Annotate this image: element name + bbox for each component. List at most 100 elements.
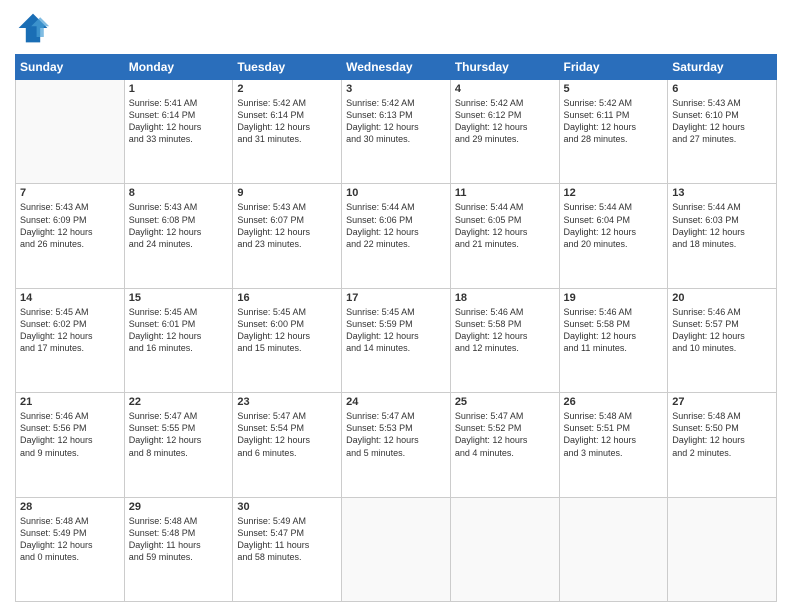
day-info: Sunrise: 5:45 AM Sunset: 5:59 PM Dayligh… [346, 306, 446, 355]
day-info: Sunrise: 5:45 AM Sunset: 6:00 PM Dayligh… [237, 306, 337, 355]
day-info: Sunrise: 5:42 AM Sunset: 6:14 PM Dayligh… [237, 97, 337, 146]
calendar-cell [559, 497, 668, 601]
weekday-header: Monday [124, 55, 233, 80]
day-info: Sunrise: 5:42 AM Sunset: 6:11 PM Dayligh… [564, 97, 664, 146]
day-number: 11 [455, 187, 555, 199]
calendar-cell: 8 Sunrise: 5:43 AM Sunset: 6:08 PM Daylig… [124, 184, 233, 288]
calendar-cell: 3 Sunrise: 5:42 AM Sunset: 6:13 PM Daylig… [342, 80, 451, 184]
day-number: 1 [129, 83, 229, 95]
calendar-cell [342, 497, 451, 601]
day-number: 18 [455, 292, 555, 304]
calendar-cell: 1 Sunrise: 5:41 AM Sunset: 6:14 PM Daylig… [124, 80, 233, 184]
day-info: Sunrise: 5:44 AM Sunset: 6:06 PM Dayligh… [346, 201, 446, 250]
day-number: 8 [129, 187, 229, 199]
calendar-cell: 19Sunrise: 5:46 AM Sunset: 5:58 PM Dayli… [559, 288, 668, 392]
day-number: 15 [129, 292, 229, 304]
day-info: Sunrise: 5:47 AM Sunset: 5:54 PM Dayligh… [237, 410, 337, 459]
calendar-cell [16, 80, 125, 184]
calendar-cell: 17 Sunrise: 5:45 AM Sunset: 5:59 PM Dayli… [342, 288, 451, 392]
calendar-cell: 30 Sunrise: 5:49 AM Sunset: 5:47 PM Dayli… [233, 497, 342, 601]
day-number: 23 [237, 396, 337, 408]
calendar-cell: 7 Sunrise: 5:43 AM Sunset: 6:09 PM Daylig… [16, 184, 125, 288]
weekday-header: Friday [559, 55, 668, 80]
day-info: Sunrise: 5:46 AM Sunset: 5:56 PM Dayligh… [20, 410, 120, 459]
day-number: 30 [237, 501, 337, 513]
day-info: Sunrise: 5:43 AM Sunset: 6:10 PM Dayligh… [672, 97, 772, 146]
day-number: 13 [672, 187, 772, 199]
calendar-cell: 14Sunrise: 5:45 AM Sunset: 6:02 PM Dayli… [16, 288, 125, 392]
day-info: Sunrise: 5:46 AM Sunset: 5:57 PM Dayligh… [672, 306, 772, 355]
weekday-header: Tuesday [233, 55, 342, 80]
page: SundayMondayTuesdayWednesdayThursdayFrid… [0, 0, 792, 612]
day-number: 25 [455, 396, 555, 408]
calendar-week-row: 28Sunrise: 5:48 AM Sunset: 5:49 PM Dayli… [16, 497, 777, 601]
calendar-cell [450, 497, 559, 601]
calendar-table: SundayMondayTuesdayWednesdayThursdayFrid… [15, 54, 777, 602]
day-number: 7 [20, 187, 120, 199]
calendar-week-row: 1 Sunrise: 5:41 AM Sunset: 6:14 PM Daylig… [16, 80, 777, 184]
logo-icon [15, 10, 51, 46]
day-info: Sunrise: 5:42 AM Sunset: 6:13 PM Dayligh… [346, 97, 446, 146]
day-info: Sunrise: 5:43 AM Sunset: 6:07 PM Dayligh… [237, 201, 337, 250]
calendar-cell: 12 Sunrise: 5:44 AM Sunset: 6:04 PM Dayli… [559, 184, 668, 288]
calendar-cell: 23 Sunrise: 5:47 AM Sunset: 5:54 PM Dayli… [233, 393, 342, 497]
calendar-cell: 6 Sunrise: 5:43 AM Sunset: 6:10 PM Daylig… [668, 80, 777, 184]
day-number: 21 [20, 396, 120, 408]
calendar-cell: 21 Sunrise: 5:46 AM Sunset: 5:56 PM Dayli… [16, 393, 125, 497]
calendar-cell: 4 Sunrise: 5:42 AM Sunset: 6:12 PM Daylig… [450, 80, 559, 184]
day-number: 3 [346, 83, 446, 95]
calendar-cell: 28Sunrise: 5:48 AM Sunset: 5:49 PM Dayli… [16, 497, 125, 601]
calendar-cell: 16 Sunrise: 5:45 AM Sunset: 6:00 PM Dayli… [233, 288, 342, 392]
day-info: Sunrise: 5:43 AM Sunset: 6:09 PM Dayligh… [20, 201, 120, 250]
calendar-cell: 13Sunrise: 5:44 AM Sunset: 6:03 PM Dayli… [668, 184, 777, 288]
day-info: Sunrise: 5:47 AM Sunset: 5:55 PM Dayligh… [129, 410, 229, 459]
day-info: Sunrise: 5:44 AM Sunset: 6:05 PM Dayligh… [455, 201, 555, 250]
day-number: 9 [237, 187, 337, 199]
calendar-cell: 25 Sunrise: 5:47 AM Sunset: 5:52 PM Dayli… [450, 393, 559, 497]
day-info: Sunrise: 5:43 AM Sunset: 6:08 PM Dayligh… [129, 201, 229, 250]
day-info: Sunrise: 5:46 AM Sunset: 5:58 PM Dayligh… [455, 306, 555, 355]
day-info: Sunrise: 5:45 AM Sunset: 6:02 PM Dayligh… [20, 306, 120, 355]
day-number: 19 [564, 292, 664, 304]
calendar-week-row: 7 Sunrise: 5:43 AM Sunset: 6:09 PM Daylig… [16, 184, 777, 288]
day-number: 20 [672, 292, 772, 304]
day-info: Sunrise: 5:47 AM Sunset: 5:53 PM Dayligh… [346, 410, 446, 459]
day-number: 28 [20, 501, 120, 513]
calendar-cell: 24 Sunrise: 5:47 AM Sunset: 5:53 PM Dayli… [342, 393, 451, 497]
calendar-cell: 20 Sunrise: 5:46 AM Sunset: 5:57 PM Dayli… [668, 288, 777, 392]
calendar-cell [668, 497, 777, 601]
day-info: Sunrise: 5:44 AM Sunset: 6:04 PM Dayligh… [564, 201, 664, 250]
day-info: Sunrise: 5:42 AM Sunset: 6:12 PM Dayligh… [455, 97, 555, 146]
day-number: 10 [346, 187, 446, 199]
day-number: 12 [564, 187, 664, 199]
day-number: 6 [672, 83, 772, 95]
weekday-header: Sunday [16, 55, 125, 80]
day-number: 24 [346, 396, 446, 408]
calendar-cell: 9 Sunrise: 5:43 AM Sunset: 6:07 PM Daylig… [233, 184, 342, 288]
calendar-week-row: 14Sunrise: 5:45 AM Sunset: 6:02 PM Dayli… [16, 288, 777, 392]
day-number: 27 [672, 396, 772, 408]
weekday-header: Wednesday [342, 55, 451, 80]
calendar-cell: 26 Sunrise: 5:48 AM Sunset: 5:51 PM Dayli… [559, 393, 668, 497]
calendar-cell: 18 Sunrise: 5:46 AM Sunset: 5:58 PM Dayli… [450, 288, 559, 392]
day-number: 26 [564, 396, 664, 408]
calendar-cell: 10 Sunrise: 5:44 AM Sunset: 6:06 PM Dayli… [342, 184, 451, 288]
calendar-cell: 15 Sunrise: 5:45 AM Sunset: 6:01 PM Dayli… [124, 288, 233, 392]
day-number: 4 [455, 83, 555, 95]
calendar-cell: 27Sunrise: 5:48 AM Sunset: 5:50 PM Dayli… [668, 393, 777, 497]
day-number: 16 [237, 292, 337, 304]
day-info: Sunrise: 5:49 AM Sunset: 5:47 PM Dayligh… [237, 515, 337, 564]
day-info: Sunrise: 5:47 AM Sunset: 5:52 PM Dayligh… [455, 410, 555, 459]
calendar-cell: 11 Sunrise: 5:44 AM Sunset: 6:05 PM Dayli… [450, 184, 559, 288]
day-info: Sunrise: 5:48 AM Sunset: 5:51 PM Dayligh… [564, 410, 664, 459]
day-number: 17 [346, 292, 446, 304]
calendar-cell: 5 Sunrise: 5:42 AM Sunset: 6:11 PM Daylig… [559, 80, 668, 184]
day-number: 29 [129, 501, 229, 513]
day-info: Sunrise: 5:45 AM Sunset: 6:01 PM Dayligh… [129, 306, 229, 355]
calendar-cell: 22 Sunrise: 5:47 AM Sunset: 5:55 PM Dayli… [124, 393, 233, 497]
day-number: 22 [129, 396, 229, 408]
weekday-header: Thursday [450, 55, 559, 80]
day-number: 5 [564, 83, 664, 95]
header [15, 10, 777, 46]
day-info: Sunrise: 5:41 AM Sunset: 6:14 PM Dayligh… [129, 97, 229, 146]
